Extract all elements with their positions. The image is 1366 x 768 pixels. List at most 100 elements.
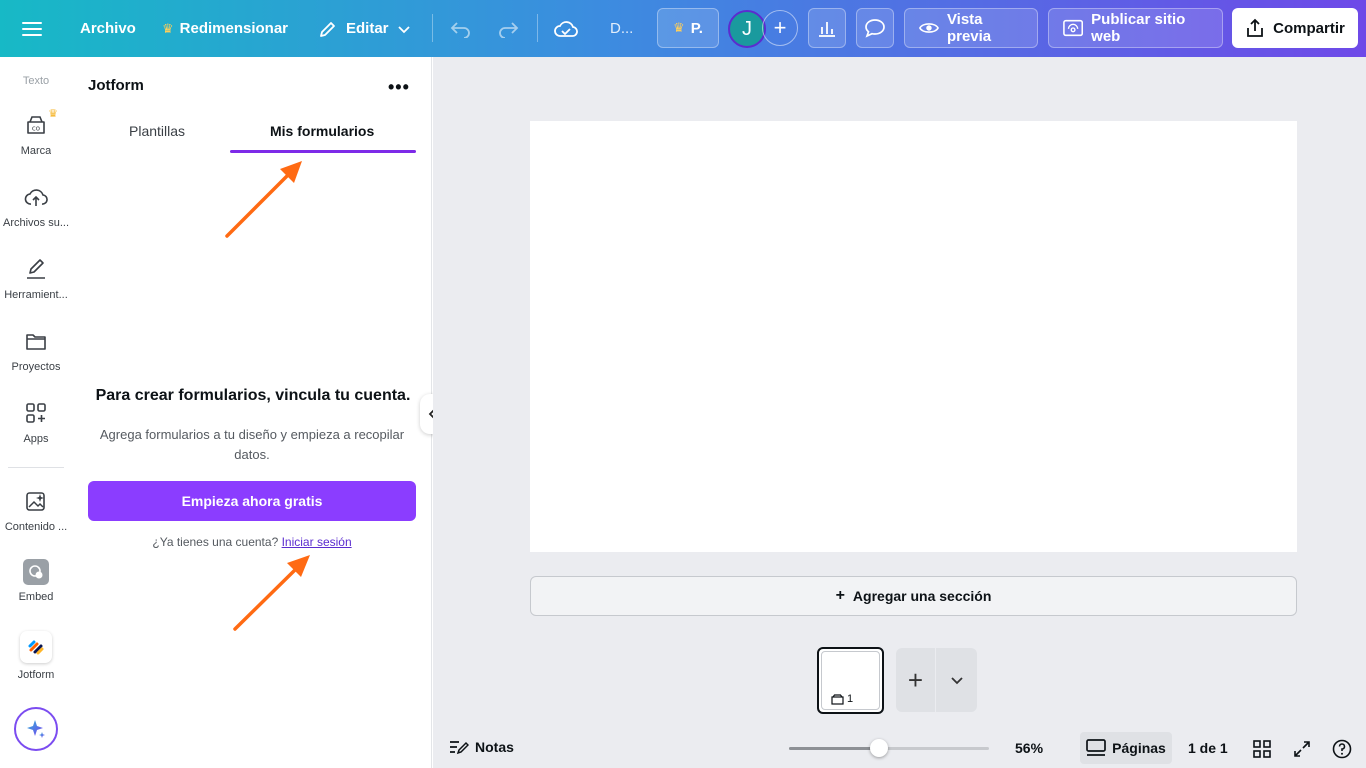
more-options-icon[interactable]: ••• xyxy=(388,77,410,98)
panel-title: Jotform xyxy=(88,77,144,94)
page-thumbnail-number: 1 xyxy=(831,693,853,705)
pages-label: Páginas xyxy=(1112,740,1166,756)
folder-icon xyxy=(22,327,50,355)
bar-chart-icon xyxy=(819,22,835,37)
comments-button[interactable] xyxy=(856,8,894,48)
rail-item-label: Contenido ... xyxy=(4,521,68,533)
embed-icon xyxy=(23,559,49,585)
apps-grid-icon xyxy=(22,399,50,427)
hamburger-icon[interactable] xyxy=(22,0,42,57)
publish-label: Publicar sitio web xyxy=(1091,11,1186,45)
empty-state-description: Agrega formularios a tu diseño y empieza… xyxy=(99,427,405,462)
annotation-arrow-icon xyxy=(233,555,310,631)
pencil-icon xyxy=(320,21,335,37)
eye-icon xyxy=(919,23,939,33)
brand-icon xyxy=(831,693,844,705)
rail-item-projects[interactable]: Proyectos xyxy=(0,327,72,373)
rail-item-label: Marca xyxy=(20,145,52,157)
page-thumbnail[interactable]: 1 xyxy=(817,647,884,714)
chevron-down-icon xyxy=(950,677,963,685)
grid-view-icon[interactable] xyxy=(1251,738,1273,760)
share-button[interactable]: Compartir xyxy=(1232,8,1358,48)
edit-menu-button[interactable]: Editar xyxy=(318,0,411,57)
fullscreen-icon[interactable] xyxy=(1291,738,1313,760)
draw-tool-icon xyxy=(22,255,50,283)
magic-assistant-button[interactable] xyxy=(14,707,58,751)
page-count: 1 de 1 xyxy=(1188,740,1228,756)
rail-item-uploads[interactable]: Archivos su... xyxy=(0,183,72,229)
pages-toggle-button[interactable]: Páginas xyxy=(1080,732,1172,764)
file-menu-button[interactable]: Archivo xyxy=(80,0,136,57)
bottom-status-bar: Notas 56% Páginas 1 de 1 xyxy=(433,730,1366,768)
crown-icon: ♛ xyxy=(48,108,58,120)
sparkle-icon xyxy=(27,720,45,738)
brand-icon: co ♛ xyxy=(22,108,58,139)
rail-item-tools[interactable]: Herramient... xyxy=(0,255,72,301)
undo-icon[interactable] xyxy=(450,0,472,57)
zoom-value[interactable]: 56% xyxy=(1015,740,1043,756)
plus-icon: + xyxy=(773,15,787,40)
tab-my-forms[interactable]: Mis formularios xyxy=(270,123,374,139)
notes-label: Notas xyxy=(475,739,514,755)
thumb-number: 1 xyxy=(847,693,854,705)
preview-label: Vista previa xyxy=(946,11,992,45)
pages-icon xyxy=(1086,739,1106,756)
avatar[interactable]: J xyxy=(728,10,766,48)
add-page-dropdown[interactable] xyxy=(936,648,977,712)
design-canvas-area: + Agregar una sección 1 + xyxy=(433,57,1366,768)
annotation-arrow-icon xyxy=(225,161,302,238)
premium-label: P. xyxy=(690,19,703,37)
add-page-button[interactable]: + xyxy=(896,648,936,712)
left-nav-rail: Texto co ♛ Marca Archivos su... Herramie… xyxy=(0,57,72,768)
cloud-upload-icon xyxy=(22,183,50,211)
notes-button[interactable]: Notas xyxy=(449,739,514,755)
rail-item-label: Herramient... xyxy=(4,289,68,301)
toolbar-divider xyxy=(432,14,433,42)
start-free-button[interactable]: Empieza ahora gratis xyxy=(88,481,416,521)
svg-text:co: co xyxy=(32,125,40,133)
plus-icon: + xyxy=(907,664,924,695)
rail-item-apps[interactable]: Apps xyxy=(0,399,72,445)
publish-website-button[interactable]: Publicar sitio web xyxy=(1048,8,1223,48)
image-sparkle-icon xyxy=(22,487,50,515)
tab-templates[interactable]: Plantillas xyxy=(129,123,185,139)
add-collaborator-button[interactable]: + xyxy=(762,10,798,46)
plus-icon: + xyxy=(835,587,845,604)
jotform-panel: Jotform ••• Plantillas Mis formularios P… xyxy=(72,57,432,768)
rail-item-jotform[interactable]: Jotform xyxy=(0,631,72,681)
comment-icon xyxy=(865,19,885,38)
crown-icon: ♛ xyxy=(162,20,174,36)
rail-item-text[interactable]: Texto xyxy=(0,75,72,87)
zoom-slider-handle[interactable] xyxy=(870,739,888,757)
rail-divider xyxy=(8,467,64,468)
cloud-saved-icon[interactable] xyxy=(554,0,578,57)
resize-label: Redimensionar xyxy=(179,20,289,37)
add-section-button[interactable]: + Agregar una sección xyxy=(530,576,1297,616)
design-page[interactable] xyxy=(530,121,1297,552)
zoom-slider-fill xyxy=(789,747,879,750)
rail-item-brand[interactable]: co ♛ Marca xyxy=(0,108,72,157)
toolbar-divider xyxy=(537,14,538,42)
document-title[interactable]: D... xyxy=(610,0,633,57)
top-toolbar: Archivo ♛ Redimensionar Editar D... ♛ P.… xyxy=(0,0,1366,57)
edit-label: Editar xyxy=(346,20,389,37)
redo-icon[interactable] xyxy=(497,0,519,57)
rail-item-embed[interactable]: Embed xyxy=(0,559,72,603)
add-section-label: Agregar una sección xyxy=(852,588,992,604)
help-icon[interactable] xyxy=(1331,738,1353,760)
rail-item-label: Jotform xyxy=(17,669,55,681)
premium-button[interactable]: ♛ P. xyxy=(657,8,719,48)
share-label: Compartir xyxy=(1273,19,1345,37)
website-icon xyxy=(1063,19,1084,37)
insights-button[interactable] xyxy=(808,8,846,48)
rail-item-label: Proyectos xyxy=(11,361,61,373)
chevron-down-icon xyxy=(397,25,410,33)
rail-item-label: Embed xyxy=(18,591,54,603)
jotform-logo-icon xyxy=(20,631,52,663)
crown-icon: ♛ xyxy=(673,20,685,35)
resize-button[interactable]: ♛ Redimensionar xyxy=(162,0,288,57)
zoom-slider[interactable] xyxy=(789,739,989,757)
preview-button[interactable]: Vista previa xyxy=(904,8,1038,48)
share-upload-icon xyxy=(1247,18,1264,37)
rail-item-content[interactable]: Contenido ... xyxy=(0,487,72,533)
